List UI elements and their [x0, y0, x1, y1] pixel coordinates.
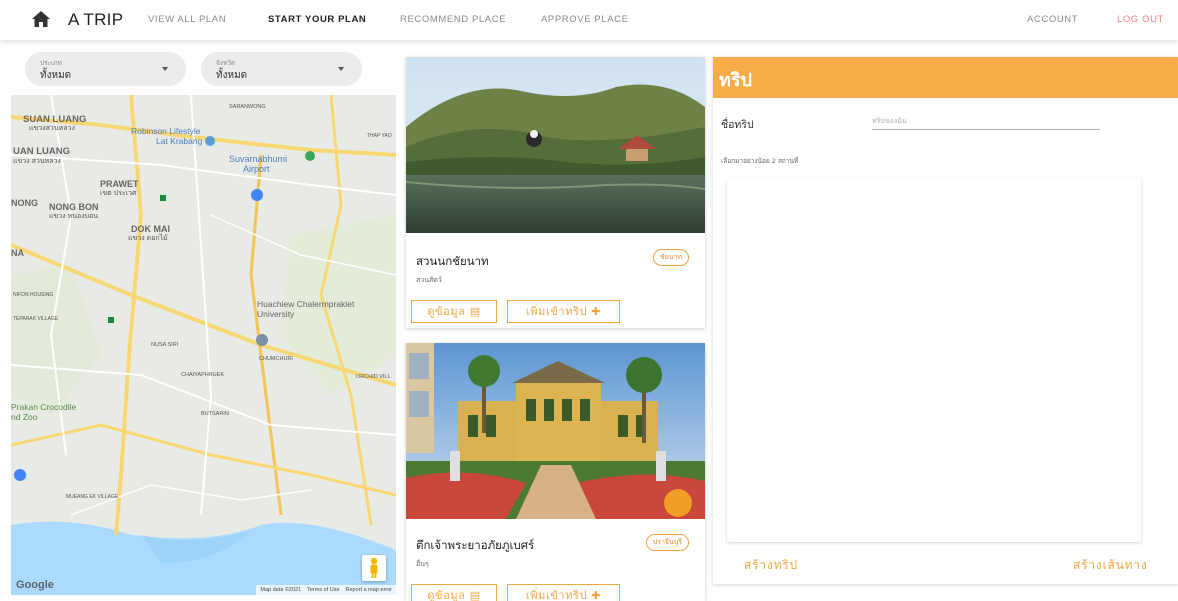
- nav-account[interactable]: ACCOUNT: [1027, 14, 1078, 25]
- place-category: สวนสัตว์: [416, 276, 442, 284]
- place-name: ตึกเจ้าพระยาอภัยภูเบศร์: [416, 538, 535, 552]
- type-select-value: ทั้งหมด: [40, 70, 72, 81]
- view-info-label: ดูข้อมูล: [427, 305, 466, 318]
- map-label: Airport: [243, 164, 270, 174]
- province-badge: ชัยนาท: [652, 249, 689, 266]
- add-to-trip-label: เพิ่มเข้าทริป: [525, 589, 588, 601]
- map-report-link[interactable]: Report a map error: [346, 587, 392, 593]
- map-label: THAP YAO: [367, 133, 392, 139]
- trip-places-list[interactable]: [727, 178, 1141, 542]
- map-label: TEPARAK VILLAGE: [13, 316, 59, 322]
- map-terms-link[interactable]: Terms of Use: [307, 587, 339, 593]
- view-info-button[interactable]: ดูข้อมูล ▤: [411, 300, 497, 323]
- map-label: MUEANG EK VILLAGE: [66, 494, 119, 500]
- top-navbar: A TRIP VIEW ALL PLAN START YOUR PLAN REC…: [0, 0, 1178, 40]
- map-label: Huachiew Chalermprakiet: [257, 299, 355, 309]
- add-to-trip-label: เพิ่มเข้าทริป: [525, 305, 588, 318]
- map-label: CHAIYAPHRUEK: [181, 372, 224, 378]
- chevron-down-icon: [162, 67, 168, 71]
- map-label: Prakan Crocodile: [11, 402, 77, 412]
- map-label: NA: [11, 248, 24, 258]
- place-photo[interactable]: [406, 57, 705, 233]
- map-canvas: [11, 95, 396, 595]
- map-label: SARANWONG: [229, 104, 266, 110]
- nav-logout[interactable]: LOG OUT: [1117, 14, 1164, 25]
- add-to-trip-button[interactable]: เพิ่มเข้าทริป ✚: [507, 584, 620, 601]
- map-label: Suvarnabhumi: [229, 154, 288, 164]
- map-label: BUTSARIN: [201, 411, 229, 417]
- type-select[interactable]: ประเภท ทั้งหมด: [25, 52, 186, 86]
- nav-view-all-plan[interactable]: VIEW ALL PLAN: [148, 14, 226, 25]
- province-select-label: จังหวัด: [216, 59, 236, 67]
- province-select-value: ทั้งหมด: [216, 70, 248, 81]
- place-card: สวนนกชัยนาท สวนสัตว์ ชัยนาท ดูข้อมูล ▤ เ…: [406, 57, 705, 328]
- view-info-label: ดูข้อมูล: [427, 589, 466, 601]
- place-name: สวนนกชัยนาท: [416, 254, 489, 268]
- map-label: nd Zoo: [11, 412, 38, 422]
- trip-hint: เลือกมาอย่างน้อย 2 สถานที่: [721, 157, 799, 165]
- trip-title: ทริป: [719, 70, 752, 91]
- view-info-icon: ▤: [469, 589, 481, 601]
- map-label: CHUMCHURI: [259, 356, 293, 362]
- map-label: DOK MAI: [131, 224, 170, 234]
- create-trip-button[interactable]: สร้างทริป: [744, 556, 798, 575]
- map-label: NONG: [11, 198, 38, 208]
- map-label: Lat Krabang: [156, 136, 203, 146]
- trip-panel: ทริป ชื่อทริป เลือกมาอย่างน้อย 2 สถานที่…: [713, 57, 1178, 584]
- map-label: NIFON HOUSING: [13, 292, 54, 298]
- map-label: NUSA SIRI: [151, 342, 179, 348]
- map-label: NONG BON: [49, 202, 99, 212]
- province-badge: ปราจีนบุรี: [645, 534, 689, 551]
- plus-icon: ✚: [591, 589, 602, 601]
- map-label: แขวงสวนหลวง: [29, 125, 75, 132]
- pegman-icon[interactable]: [362, 555, 386, 581]
- place-photo[interactable]: [406, 343, 705, 519]
- map-label: UAN LUANG: [13, 146, 70, 157]
- map[interactable]: SUAN LUANG แขวงสวนหลวง UAN LUANG แขวง สว…: [11, 95, 396, 595]
- create-route-button[interactable]: สร้างเส้นทาง: [1073, 556, 1148, 575]
- type-select-label: ประเภท: [40, 59, 62, 67]
- view-info-icon: ▤: [469, 305, 481, 318]
- map-label: เขต ประเวศ: [100, 190, 137, 197]
- nav-recommend-place[interactable]: RECOMMEND PLACE: [400, 14, 506, 25]
- map-label: PRAWET: [100, 179, 139, 189]
- trip-header: ทริป: [713, 57, 1178, 98]
- place-card: ตึกเจ้าพระยาอภัยภูเบศร์ อื่นๆ ปราจีนบุรี…: [406, 343, 705, 601]
- brand-title[interactable]: A TRIP: [68, 10, 123, 30]
- view-info-button[interactable]: ดูข้อมูล ▤: [411, 584, 497, 601]
- nav-approve-place[interactable]: APPROVE PLACE: [541, 14, 629, 25]
- add-to-trip-button[interactable]: เพิ่มเข้าทริป ✚: [507, 300, 620, 323]
- map-label: แขวง สวนหลวง: [13, 158, 61, 165]
- google-logo: Google: [16, 579, 54, 591]
- map-label: SUAN LUANG: [23, 114, 87, 125]
- map-label: แขวง หนองบอน: [49, 213, 99, 220]
- nav-start-your-plan[interactable]: START YOUR PLAN: [268, 14, 366, 25]
- place-category: อื่นๆ: [416, 560, 429, 568]
- province-select[interactable]: จังหวัด ทั้งหมด: [201, 52, 362, 86]
- plus-icon: ✚: [591, 305, 602, 318]
- map-label: Robinson Lifestyle: [131, 126, 201, 136]
- trip-name-label: ชื่อทริป: [721, 119, 754, 131]
- map-label: University: [257, 309, 295, 319]
- map-label: ORCHID VILL: [356, 374, 391, 380]
- chevron-down-icon: [338, 67, 344, 71]
- trip-name-input[interactable]: [872, 112, 1100, 130]
- map-footer: Map data ©2021 Terms of Use Report a map…: [256, 585, 396, 595]
- map-label: แขวง ดอกไม้: [128, 235, 168, 242]
- home-icon[interactable]: [32, 11, 50, 27]
- map-data-credit: Map data ©2021: [260, 587, 302, 593]
